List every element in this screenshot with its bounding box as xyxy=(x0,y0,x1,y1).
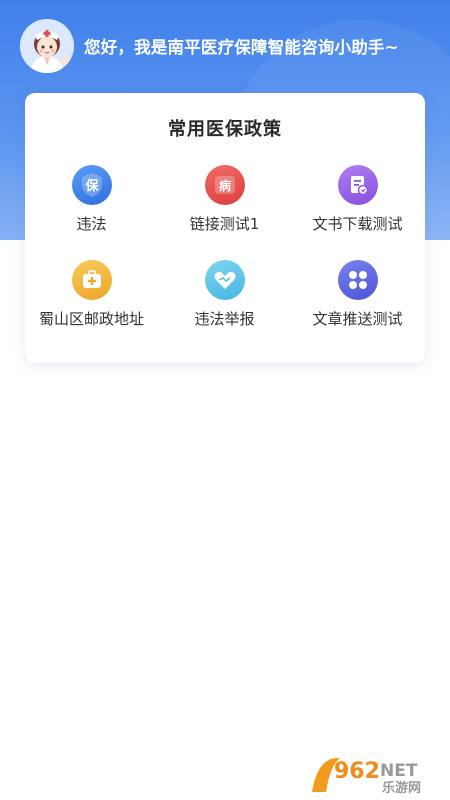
policy-card: 常用医保政策 保 违法 病 链接测试1 文书下载测试 蜀山区邮政地址 违法举报 … xyxy=(25,93,425,363)
greeting-bar: 您好，我是南平医疗保障智能咨询小助手~ xyxy=(20,18,399,74)
svg-text:保: 保 xyxy=(84,178,99,194)
policy-item-label: 文书下载测试 xyxy=(312,215,403,233)
watermark-number: 962 xyxy=(334,759,380,784)
medical-kit-icon xyxy=(71,260,112,300)
insurance-shield-icon: 保 xyxy=(71,165,112,205)
policy-item-weifa[interactable]: 保 违法 xyxy=(25,165,158,234)
policy-item-label: 蜀山区邮政地址 xyxy=(38,310,144,328)
greeting-text: 您好，我是南平医疗保障智能咨询小助手~ xyxy=(84,38,399,57)
policy-item-label: 链接测试1 xyxy=(189,215,260,233)
site-watermark: 962 NET 乐游网 xyxy=(310,752,442,796)
policy-item-label: 违法 xyxy=(76,215,107,233)
document-icon xyxy=(337,165,378,205)
app-page: 您好，我是南平医疗保障智能咨询小助手~ 常用医保政策 保 违法 病 链接测试1 … xyxy=(0,0,450,800)
clover-grid-icon xyxy=(337,260,378,300)
policy-item-doc-download[interactable]: 文书下载测试 xyxy=(291,165,424,234)
policy-item-postal-address[interactable]: 蜀山区邮政地址 xyxy=(25,260,158,329)
nurse-avatar-icon xyxy=(20,19,74,73)
policy-item-label: 文章推送测试 xyxy=(312,310,403,328)
handshake-heart-icon xyxy=(204,260,245,300)
card-title: 常用医保政策 xyxy=(168,119,282,140)
svg-text:病: 病 xyxy=(218,178,230,193)
policy-item-report[interactable]: 违法举报 xyxy=(158,260,291,329)
disease-icon: 病 xyxy=(204,165,245,205)
watermark-suffix: NET xyxy=(380,761,418,781)
policy-item-article-push[interactable]: 文章推送测试 xyxy=(291,260,424,329)
policy-item-label: 违法举报 xyxy=(194,310,255,328)
watermark-cn: 乐游网 xyxy=(382,780,421,794)
policy-item-link-test[interactable]: 病 链接测试1 xyxy=(158,165,291,234)
